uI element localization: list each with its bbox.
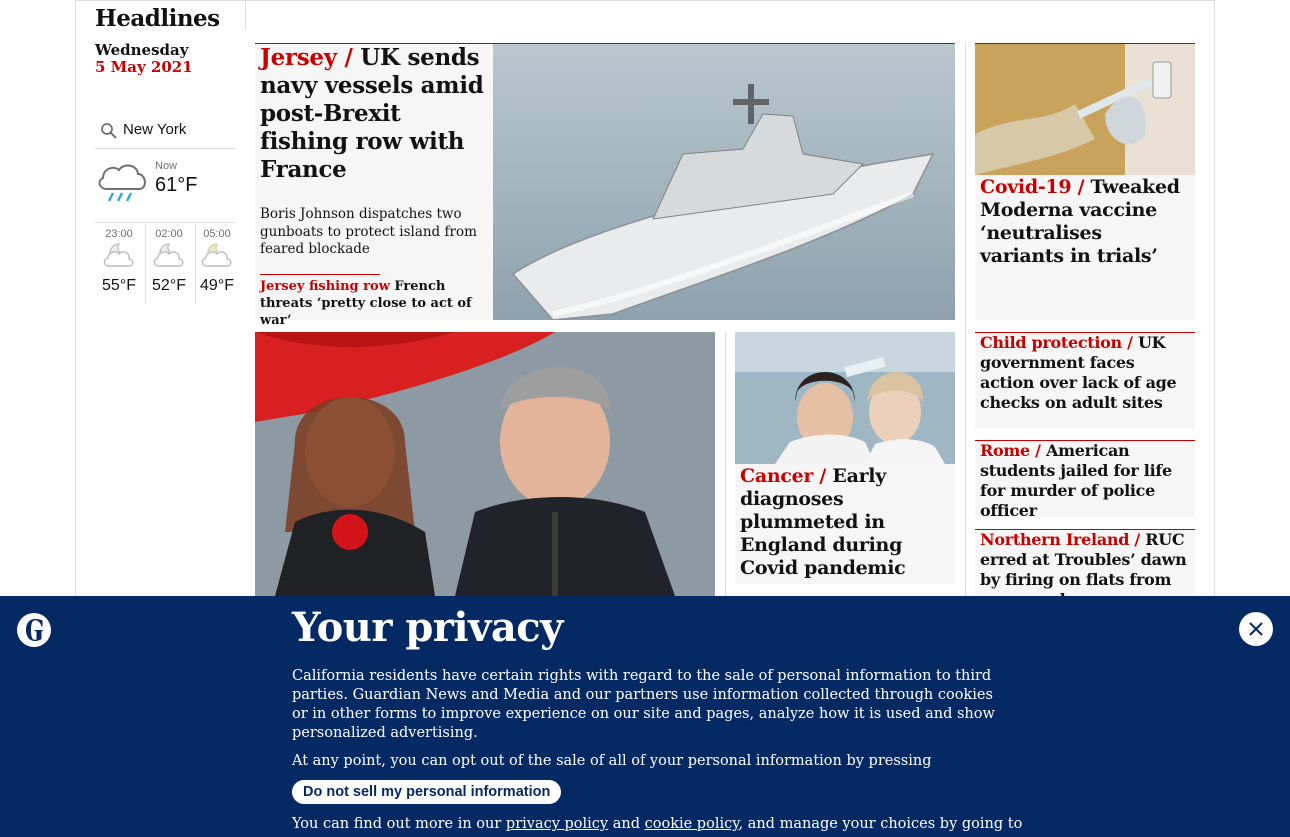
privacy-title: Your privacy	[292, 604, 563, 651]
forecast-temp: 52°F	[152, 277, 186, 294]
sublink-kicker[interactable]: Jersey fishing row	[260, 279, 390, 294]
covid-headline[interactable]: Covid-19 / Tweaked Moderna vaccine ‘neut…	[980, 176, 1190, 268]
small-story-card[interactable]: Northern Ireland / RUC erred at Troubles…	[975, 529, 1195, 596]
politics-story-image[interactable]	[255, 332, 715, 596]
small-story-headline[interactable]: Rome / American students jailed for life…	[980, 441, 1192, 521]
lead-story-image[interactable]	[493, 44, 955, 320]
close-icon	[1238, 612, 1274, 650]
cookie-policy-link[interactable]: cookie policy	[645, 816, 739, 832]
covid-story-image[interactable]	[975, 44, 1195, 175]
forecast-item: 05:00 49°F	[193, 226, 241, 302]
cloudy-night-icon	[193, 240, 241, 273]
location-name[interactable]: New York	[123, 121, 186, 138]
privacy-description: California residents have certain rights…	[292, 668, 995, 741]
small-story-card[interactable]: Rome / American students jailed for life…	[975, 440, 1195, 520]
privacy-and-text: and	[608, 816, 645, 832]
cancer-story-image[interactable]	[735, 332, 955, 464]
weather-location-search[interactable]: New York	[95, 115, 235, 149]
privacy-opt-out-text: At any point, you can opt out of the sal…	[292, 753, 932, 769]
rain-cloud-icon	[95, 159, 149, 210]
do-not-sell-button[interactable]: Do not sell my personal information	[292, 780, 562, 804]
forecast-item: 23:00 55°F	[95, 226, 143, 302]
current-day: Wednesday	[95, 41, 189, 59]
small-story-kicker[interactable]: Child protection /	[980, 333, 1133, 352]
forecast-item: 02:00 52°F	[145, 226, 193, 302]
forecast-temp: 55°F	[102, 277, 136, 294]
small-story-kicker[interactable]: Rome /	[980, 441, 1041, 460]
forecast-time: 23:00	[105, 228, 133, 240]
search-icon	[100, 122, 118, 144]
sublink-divider	[260, 274, 380, 275]
header-divider	[245, 0, 246, 30]
section-title: Headlines	[95, 5, 220, 32]
forecast-temp: 49°F	[200, 277, 234, 294]
weather-now-temp: 61°F	[155, 174, 198, 196]
top-border	[75, 0, 1215, 1]
close-privacy-button[interactable]	[1238, 611, 1274, 650]
weather-now-label: Now	[155, 160, 178, 172]
forecast-time: 05:00	[203, 228, 231, 240]
privacy-manage-text: , and manage your choices by going to	[738, 816, 1023, 832]
lead-kicker[interactable]: Jersey /	[260, 44, 353, 71]
guardian-logo-icon	[16, 612, 52, 653]
privacy-more-info: You can find out more in our privacy pol…	[292, 815, 1022, 834]
small-story-kicker[interactable]: Northern Ireland /	[980, 530, 1140, 549]
small-story-headline[interactable]: Northern Ireland / RUC erred at Troubles…	[980, 530, 1192, 596]
lead-headline[interactable]: Jersey / UK sends navy vessels amid post…	[260, 44, 490, 184]
privacy-more-text: You can find out more in our	[292, 816, 506, 832]
cloudy-night-icon	[145, 240, 193, 273]
column-divider	[965, 43, 966, 603]
privacy-policy-link[interactable]: privacy policy	[506, 816, 608, 832]
column-divider	[725, 332, 726, 596]
small-story-card[interactable]: Child protection / UK government faces a…	[975, 332, 1195, 428]
forecast-time: 02:00	[155, 228, 183, 240]
cancer-headline[interactable]: Cancer / Early diagnoses plummeted in En…	[740, 465, 950, 580]
cancer-kicker[interactable]: Cancer /	[740, 465, 826, 487]
cloudy-night-icon	[95, 240, 143, 273]
lead-standfirst: Boris Johnson dispatches two gunboats to…	[260, 206, 477, 257]
small-story-headline[interactable]: Child protection / UK government faces a…	[980, 333, 1190, 413]
lead-sublink[interactable]: Jersey fishing row French threats ‘prett…	[260, 278, 490, 329]
weather-now: Now 61°F	[95, 155, 235, 223]
current-date: 5 May 2021	[95, 58, 193, 76]
covid-kicker[interactable]: Covid-19 /	[980, 176, 1085, 198]
